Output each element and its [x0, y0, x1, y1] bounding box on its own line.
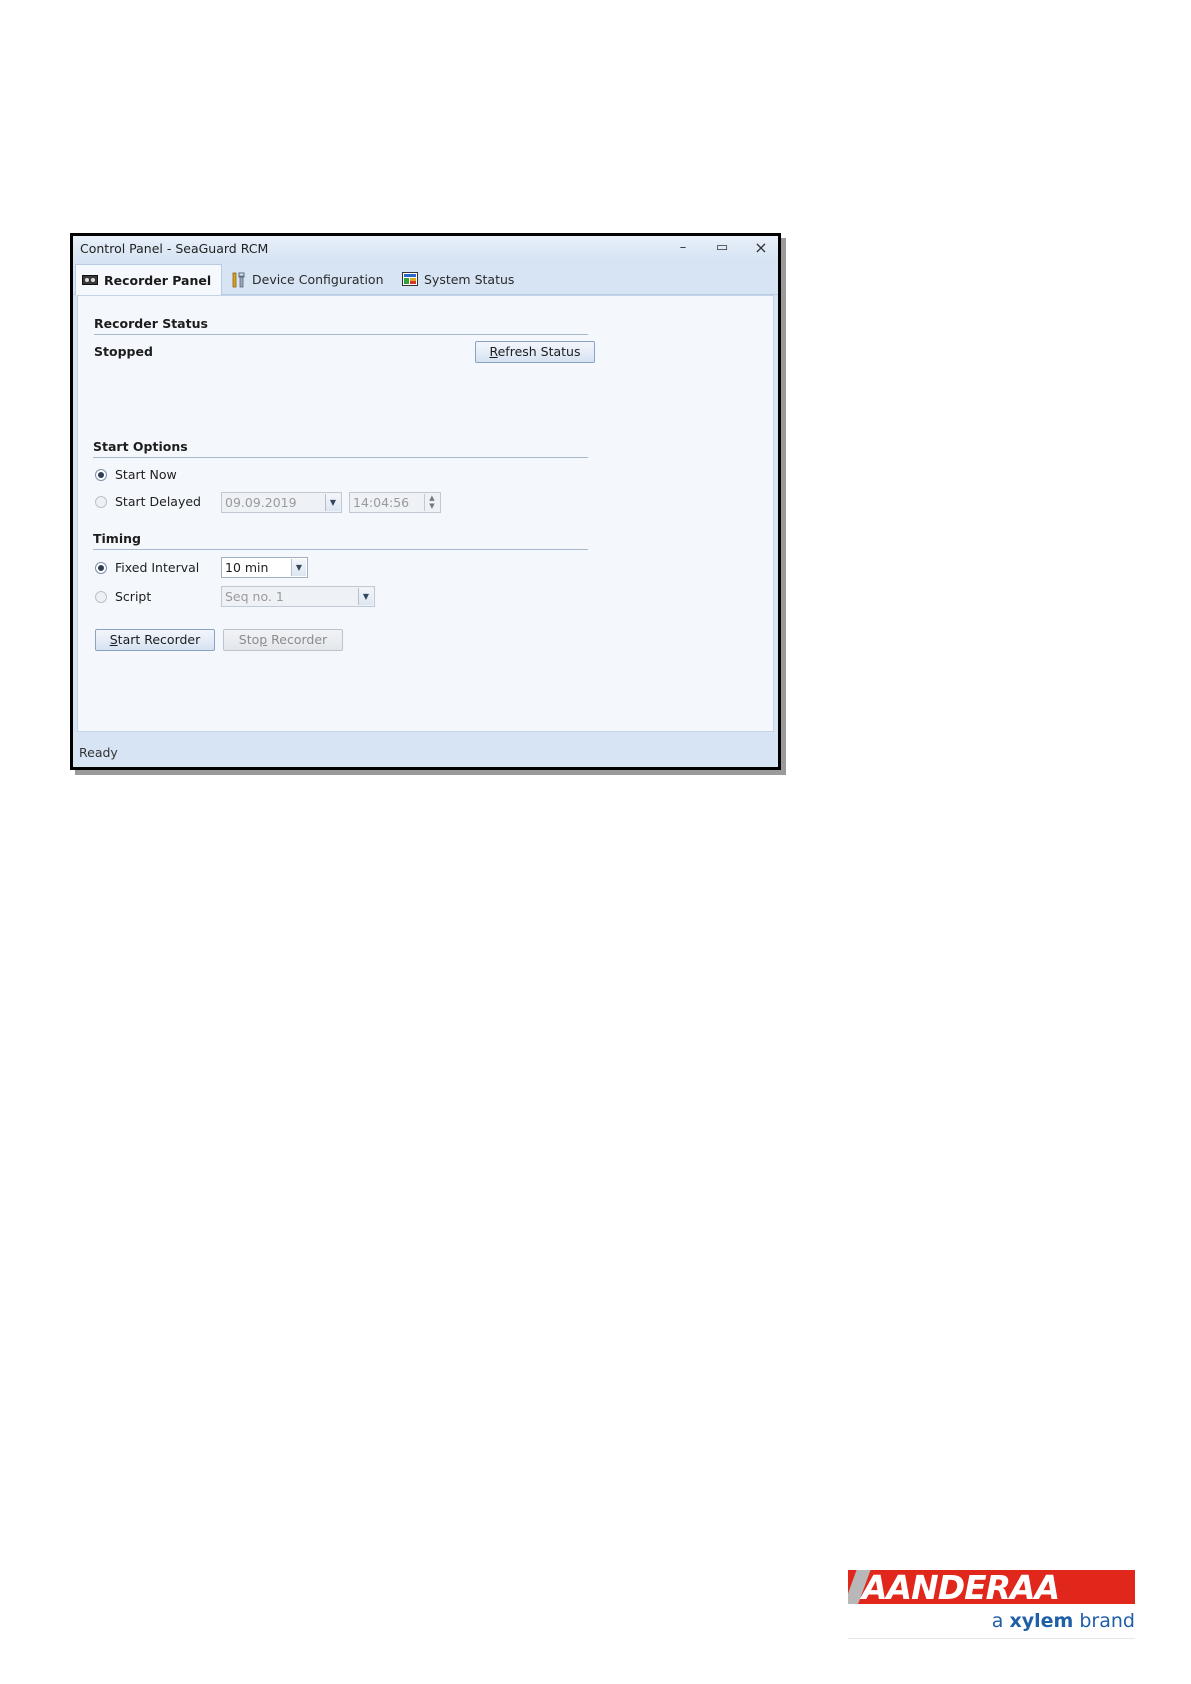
stop-label-a: Sto — [238, 632, 260, 647]
stop-label-b: Recorder — [267, 632, 328, 647]
refresh-accel-key: R — [489, 344, 498, 359]
tab-label: Recorder Panel — [104, 272, 212, 288]
start-delayed-radio[interactable] — [95, 495, 107, 508]
logo-banner: AANDERAA — [848, 1570, 1135, 1604]
fixed-interval-radio[interactable] — [95, 561, 107, 574]
control-panel-window: Control Panel - SeaGuard RCM – ▭ × Recor… — [70, 233, 781, 770]
fixed-interval-label: Fixed Interval — [115, 560, 200, 575]
time-spinner[interactable]: ▲ ▼ — [424, 494, 439, 511]
start-delayed-option[interactable]: Start Delayed — [95, 494, 201, 509]
tab-device-configuration[interactable]: Device Configuration — [224, 264, 390, 294]
tagline-a: a — [991, 1610, 1010, 1632]
start-options-heading: Start Options — [93, 439, 188, 454]
minimize-button[interactable]: – — [672, 239, 694, 257]
minimize-icon: – — [679, 240, 687, 255]
logo-brand: AANDERAA — [862, 1570, 1060, 1604]
tab-label: System Status — [424, 271, 515, 287]
tab-label: Device Configuration — [252, 271, 384, 287]
tagline-xylem: xylem — [1009, 1610, 1074, 1632]
stop-recorder-button[interactable]: Stop Recorder — [223, 629, 343, 651]
start-time-value: 14:04:56 — [353, 495, 410, 510]
recorder-icon — [82, 273, 98, 287]
divider — [93, 549, 588, 550]
tools-icon — [230, 272, 246, 288]
tab-system-status[interactable]: System Status — [396, 264, 526, 294]
status-text: Ready — [79, 745, 118, 760]
stop-accel-key: p — [259, 632, 268, 647]
start-date-value: 09.09.2019 — [225, 495, 297, 510]
tab-recorder-panel[interactable]: Recorder Panel — [75, 264, 222, 295]
spin-down-icon[interactable]: ▼ — [429, 502, 434, 510]
logo-tagline: a xylem brand — [992, 1610, 1135, 1632]
start-now-option[interactable]: Start Now — [95, 467, 177, 482]
chevron-down-icon[interactable]: ▼ — [358, 588, 373, 605]
start-recorder-button[interactable]: Start Recorder — [95, 629, 215, 651]
close-icon: × — [754, 238, 768, 257]
refresh-label: efresh Status — [497, 344, 581, 359]
chevron-down-icon[interactable]: ▼ — [325, 494, 340, 511]
script-option[interactable]: Script — [95, 589, 151, 604]
divider — [94, 334, 588, 335]
close-button[interactable]: × — [750, 239, 772, 257]
refresh-status-button[interactable]: Refresh Status — [475, 341, 595, 363]
logo-underline — [848, 1638, 1135, 1639]
start-delayed-label: Start Delayed — [115, 494, 201, 509]
window-title: Control Panel - SeaGuard RCM — [80, 241, 269, 256]
title-bar[interactable]: Control Panel - SeaGuard RCM – ▭ × — [73, 236, 778, 262]
status-icon — [402, 272, 418, 286]
recorder-state: Stopped — [94, 344, 153, 359]
interval-value: 10 min — [225, 560, 269, 575]
aanderaa-logo: AANDERAA a xylem brand — [848, 1570, 1135, 1640]
fixed-interval-option[interactable]: Fixed Interval — [95, 560, 199, 575]
script-radio[interactable] — [95, 590, 107, 603]
chevron-down-icon[interactable]: ▼ — [291, 559, 306, 576]
status-bar: Ready — [73, 733, 778, 767]
divider — [93, 457, 588, 458]
start-now-label: Start Now — [115, 467, 177, 482]
start-date-picker[interactable]: 09.09.2019 ▼ — [221, 492, 342, 513]
spin-up-icon[interactable]: ▲ — [429, 494, 434, 502]
start-accel-key: S — [109, 632, 118, 647]
timing-heading: Timing — [93, 531, 141, 546]
script-value: Seq no. 1 — [225, 589, 284, 604]
maximize-icon: ▭ — [715, 240, 729, 255]
interval-dropdown[interactable]: 10 min ▼ — [221, 557, 308, 578]
script-label: Script — [115, 589, 152, 604]
tagline-brand: brand — [1073, 1610, 1135, 1632]
start-now-radio[interactable] — [95, 468, 107, 481]
tab-bar: Recorder Panel Device Configuration Syst… — [73, 262, 778, 295]
maximize-button[interactable]: ▭ — [711, 239, 733, 257]
recorder-panel-content: Recorder Status Stopped Refresh Status S… — [77, 295, 774, 732]
script-dropdown[interactable]: Seq no. 1 ▼ — [221, 586, 375, 607]
start-time-field[interactable]: 14:04:56 ▲ ▼ — [349, 492, 441, 513]
start-label: tart Recorder — [117, 632, 201, 647]
recorder-status-heading: Recorder Status — [94, 316, 208, 331]
